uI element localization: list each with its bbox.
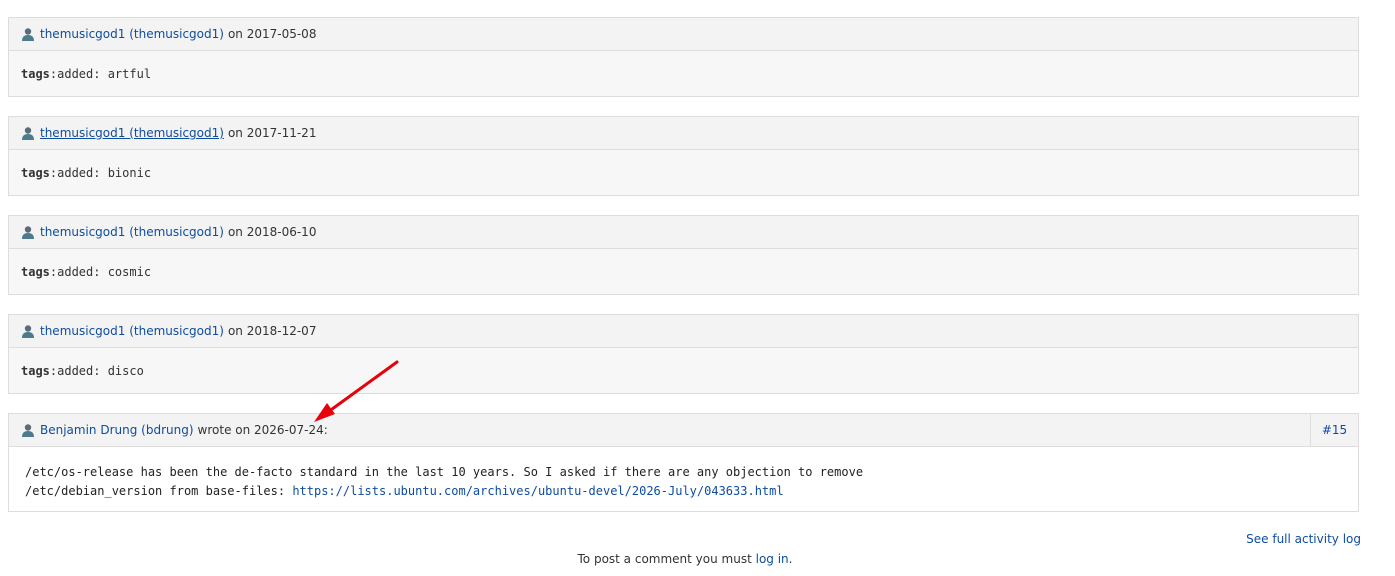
comment: Benjamin Drung (bdrung) wrote on 2026-07… — [8, 413, 1359, 512]
entry-header: themusicgod1 (themusicgod1) on 2017-05-0… — [9, 18, 1358, 51]
entry-date: on 2017-05-08 — [227, 27, 317, 41]
comment-line-2: /etc/debian_version from base-files: htt… — [25, 482, 1342, 501]
login-link[interactable]: log in — [756, 552, 789, 566]
entry-body: tags:added: cosmic — [9, 249, 1358, 295]
entry-body: tags:added: disco — [9, 348, 1358, 394]
activity-entry: themusicgod1 (themusicgod1) on 2018-06-1… — [8, 215, 1359, 295]
comment-header: Benjamin Drung (bdrung) wrote on 2026-07… — [9, 414, 1358, 447]
person-icon — [21, 423, 35, 437]
comment-number-link[interactable]: #15 — [1310, 414, 1358, 446]
entry-body: tags:added: artful — [9, 51, 1358, 97]
user-link[interactable]: themusicgod1 (themusicgod1) — [40, 126, 224, 140]
entry-date: on 2018-12-07 — [227, 324, 317, 338]
person-icon — [21, 27, 35, 41]
see-full-activity-log-link[interactable]: See full activity log — [1246, 532, 1361, 546]
person-icon — [21, 126, 35, 140]
tag-key: tags — [21, 166, 50, 180]
comment-line-2-text: /etc/debian_version from base-files: — [25, 484, 293, 498]
post-note-prefix: To post a comment you must — [577, 552, 756, 566]
tag-key: tags — [21, 265, 50, 279]
tag-key: tags — [21, 67, 50, 81]
tag-change: :added: bionic — [49, 166, 152, 180]
comment-date: wrote on 2026-07-24: — [197, 423, 328, 437]
user-link[interactable]: themusicgod1 (themusicgod1) — [40, 27, 224, 41]
comment-body: /etc/os-release has been the de-facto st… — [9, 447, 1358, 511]
entry-date: on 2018-06-10 — [227, 225, 317, 239]
tag-change: :added: cosmic — [49, 265, 152, 279]
entry-header: themusicgod1 (themusicgod1) on 2018-06-1… — [9, 216, 1358, 249]
activity-entry: themusicgod1 (themusicgod1) on 2018-12-0… — [8, 314, 1359, 394]
post-note-suffix: . — [788, 552, 793, 566]
comment-line-1: /etc/os-release has been the de-facto st… — [25, 465, 864, 479]
tag-change: :added: disco — [49, 364, 144, 378]
entry-body: tags:added: bionic — [9, 150, 1358, 196]
comment-author-link[interactable]: Benjamin Drung (bdrung) — [40, 423, 194, 437]
post-comment-note: To post a comment you must log in. — [0, 552, 1370, 566]
entry-header: themusicgod1 (themusicgod1) on 2018-12-0… — [9, 315, 1358, 348]
activity-entry: themusicgod1 (themusicgod1) on 2017-05-0… — [8, 17, 1359, 97]
entry-header: themusicgod1 (themusicgod1) on 2017-11-2… — [9, 117, 1358, 150]
activity-entry: themusicgod1 (themusicgod1) on 2017-11-2… — [8, 116, 1359, 196]
person-icon — [21, 324, 35, 338]
entry-date: on 2017-11-21 — [227, 126, 317, 140]
tag-change: :added: artful — [49, 67, 152, 81]
tag-key: tags — [21, 364, 50, 378]
mailing-list-link[interactable]: https://lists.ubuntu.com/archives/ubuntu… — [292, 484, 783, 498]
user-link[interactable]: themusicgod1 (themusicgod1) — [40, 225, 224, 239]
person-icon — [21, 225, 35, 239]
user-link[interactable]: themusicgod1 (themusicgod1) — [40, 324, 224, 338]
